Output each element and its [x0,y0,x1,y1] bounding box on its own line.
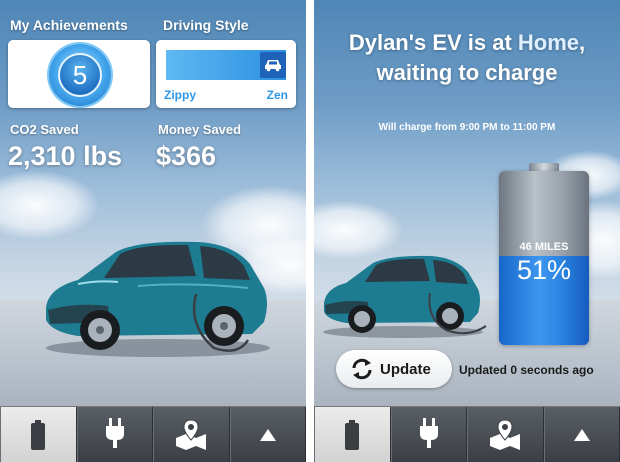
co2-label: CO2 Saved [10,122,79,137]
achievements-label: My Achievements [10,17,128,33]
tab-map[interactable] [467,407,544,462]
update-button-label: Update [380,360,431,378]
achievements-panel[interactable]: 5 [8,40,150,108]
battery-percent: 51% [516,255,572,285]
co2-value: 2,310 lbs [8,141,123,171]
map-pin-icon [176,419,207,450]
battery-miles: 46 MILES [519,241,569,253]
driving-style-panel[interactable]: Zippy Zen [156,40,296,108]
battery-icon [345,420,360,450]
title-prefix: Dylan's EV is at [348,30,518,55]
plug-icon [419,418,438,448]
tab-more[interactable] [543,407,620,462]
money-label: Money Saved [158,122,242,137]
electric-car-image [323,255,487,338]
tab-bar [0,406,306,462]
last-updated-status: Updated 0 seconds ago [459,363,594,377]
money-value: $366 [156,141,217,171]
charging-status-screen: Dylan's EV is at Home, waiting to charge… [314,0,620,462]
driving-style-label: Driving Style [163,17,249,33]
achievement-badge[interactable]: 5 [58,53,102,97]
up-arrow-icon [259,429,276,441]
tab-battery[interactable] [314,407,391,462]
achievement-count: 5 [72,59,88,90]
tab-battery[interactable] [0,407,77,462]
status-title-line2: waiting to charge [376,60,558,85]
dashboard-screen: My Achievements Driving Style 5 Zippy Ze… [0,0,306,462]
tab-more[interactable] [229,407,306,462]
charge-schedule: Will charge from 9:00 PM to 11:00 PM [378,122,556,133]
driving-style-zippy: Zippy [164,88,196,102]
update-button[interactable]: Update [336,350,452,388]
map-pin-icon [490,419,521,450]
battery-cap [529,163,559,171]
tab-bar [314,406,620,462]
electric-car-image [46,241,270,357]
title-location: Home [517,30,580,55]
battery-icon [31,420,46,450]
refresh-icon [352,358,372,380]
driving-style-zen: Zen [266,88,288,102]
car-icon [260,52,286,78]
plug-icon [105,418,124,448]
up-arrow-icon [573,429,590,441]
battery-gauge: 46 MILES 51% [499,163,589,345]
tab-charging[interactable] [76,407,153,462]
title-suffix: , [579,30,586,55]
tab-map[interactable] [153,407,230,462]
tab-charging[interactable] [390,407,467,462]
status-title-line1: Dylan's EV is at Home, [314,28,620,58]
